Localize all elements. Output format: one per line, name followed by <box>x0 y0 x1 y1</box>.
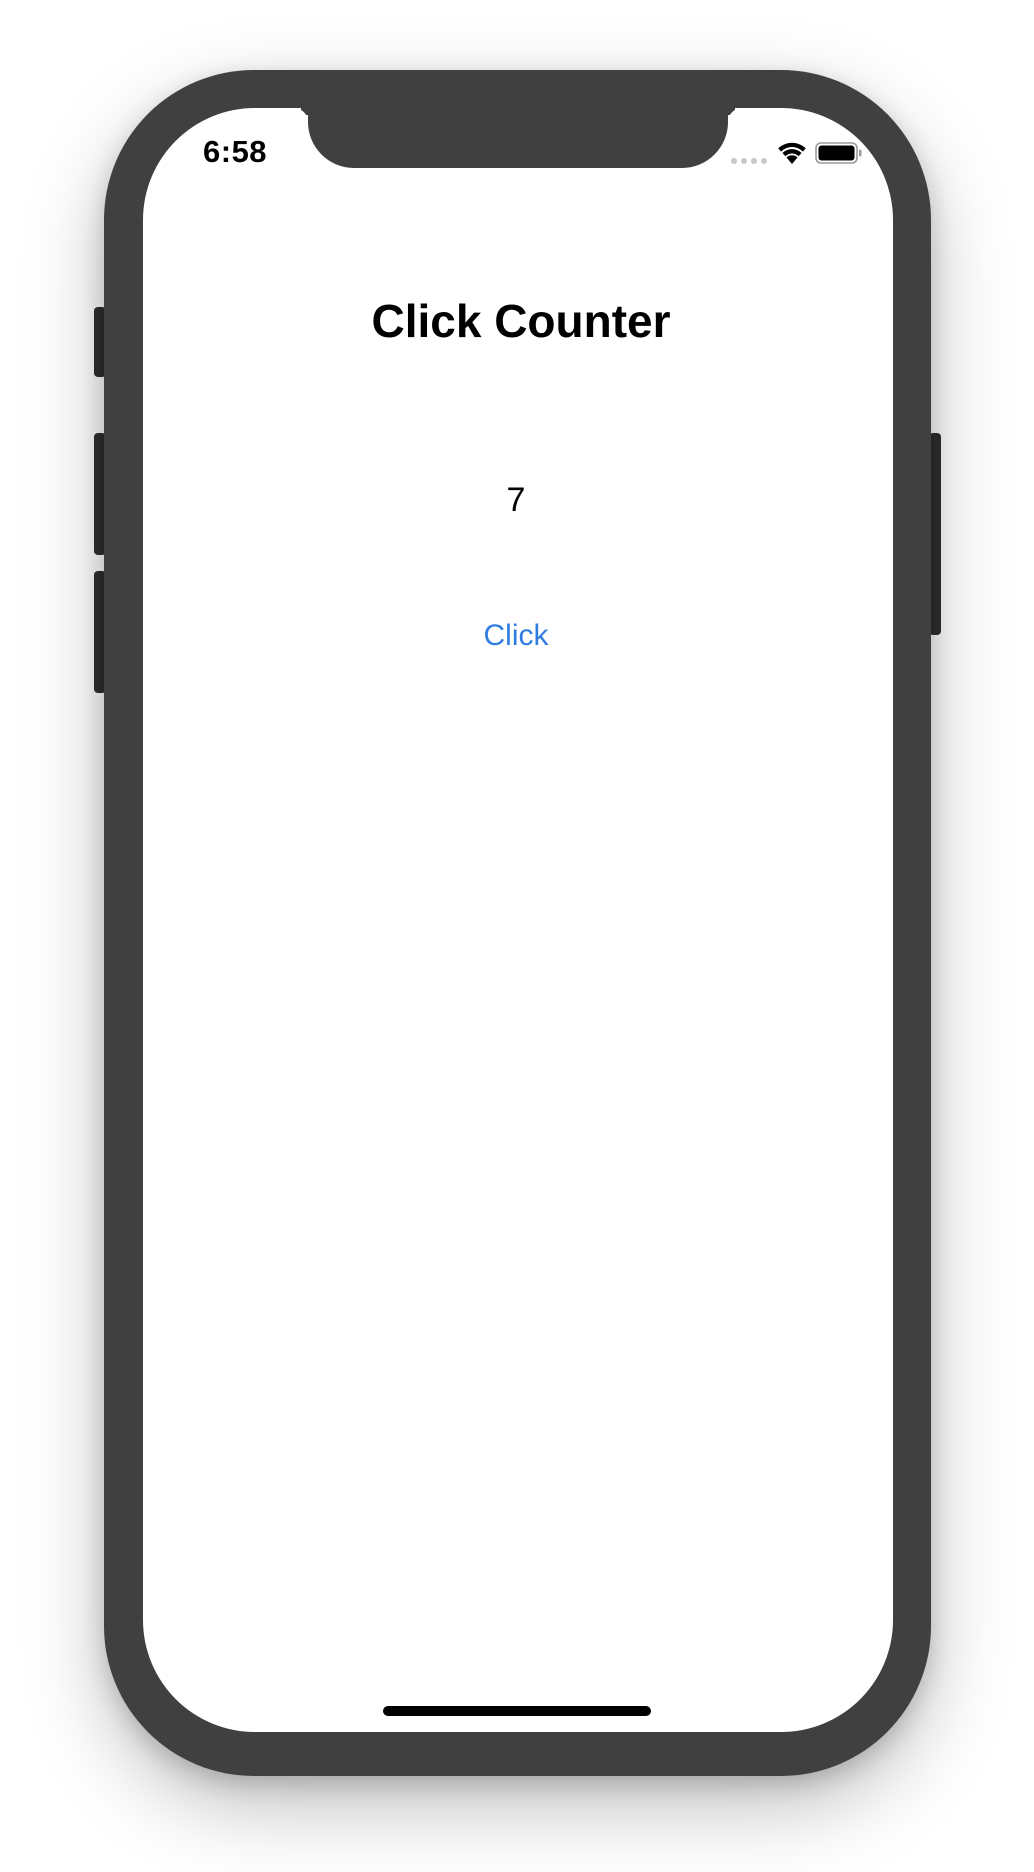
cellular-signal-icon <box>731 158 767 164</box>
wifi-icon <box>778 142 806 164</box>
notch <box>308 108 728 168</box>
simulator-stage: 6:58 Click Counter 7 Click <box>0 0 1034 1872</box>
home-indicator[interactable] <box>383 1706 651 1716</box>
device-screen: 6:58 Click Counter 7 Click <box>143 108 893 1732</box>
battery-icon <box>815 142 862 164</box>
status-time: 6:58 <box>203 134 268 169</box>
click-button[interactable]: Click <box>436 610 596 662</box>
counter-value: 7 <box>506 481 526 519</box>
page-title: Click Counter <box>371 295 671 347</box>
